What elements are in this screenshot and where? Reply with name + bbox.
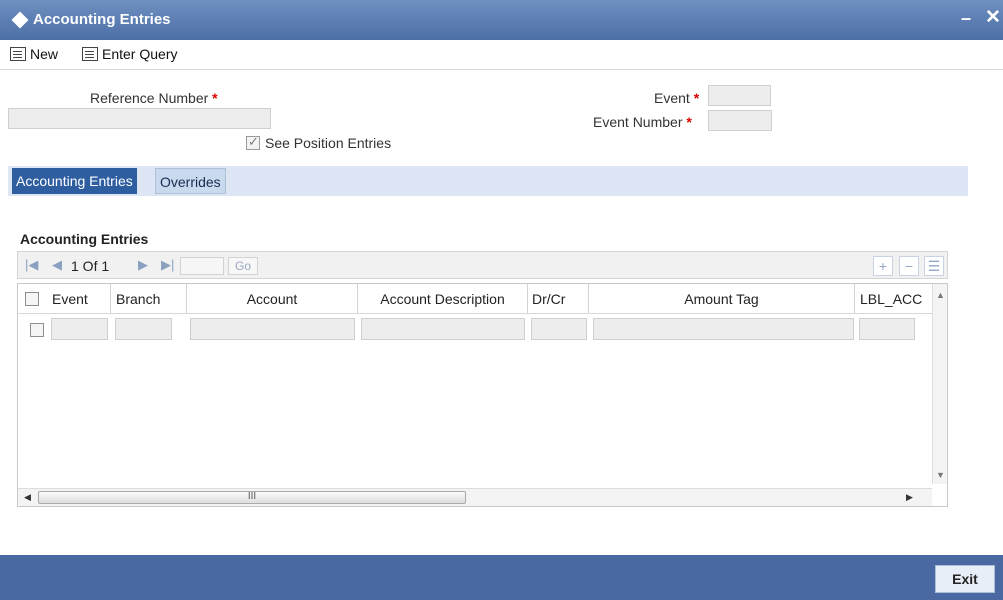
query-icon [82, 47, 98, 61]
scroll-left-icon[interactable]: ◀ [24, 492, 31, 503]
column-header[interactable]: Account Description [358, 284, 528, 314]
reference-number-label: Reference Number * [90, 90, 218, 106]
section-title: Accounting Entries [20, 231, 149, 247]
see-position-entries-label: See Position Entries [265, 135, 392, 151]
single-view-button[interactable]: ☰ [924, 256, 944, 276]
table-row [18, 315, 932, 343]
tab-accounting-entries[interactable]: Accounting Entries [12, 168, 137, 194]
accounting-entries-grid: Event Branch Account Account Description… [17, 283, 948, 507]
event-number-input[interactable] [708, 110, 772, 131]
event-input[interactable] [708, 85, 771, 106]
account-description-cell-input[interactable] [361, 318, 525, 340]
delete-row-button[interactable]: − [899, 256, 919, 276]
window-title-bar: Accounting Entries – ✕ [0, 0, 1003, 40]
event-label: Event * [654, 90, 700, 106]
vertical-scrollbar[interactable]: ▲ ▼ [932, 284, 947, 484]
previous-page-icon[interactable]: ◀ [52, 257, 62, 273]
toolbar: New Enter Query [0, 40, 1003, 70]
lbl-acc-cell-input[interactable] [859, 318, 915, 340]
window-title: Accounting Entries [33, 11, 171, 28]
footer-bar: Exit [0, 555, 1003, 600]
exit-button[interactable]: Exit [935, 565, 995, 593]
event-cell-input[interactable] [51, 318, 108, 340]
new-document-icon [10, 47, 26, 61]
new-button[interactable]: New [10, 46, 58, 62]
page-number-input[interactable] [180, 257, 224, 275]
minimize-button[interactable]: – [961, 8, 971, 29]
enter-query-label: Enter Query [102, 46, 178, 62]
see-position-entries-checkbox[interactable]: See Position Entries [246, 134, 392, 151]
dr-cr-cell-input[interactable] [531, 318, 587, 340]
row-checkbox[interactable] [30, 323, 44, 337]
first-page-icon[interactable]: |◀ [25, 257, 38, 273]
select-all-checkbox[interactable] [25, 292, 39, 306]
column-header[interactable]: Account [187, 284, 358, 314]
close-button[interactable]: ✕ [985, 6, 1001, 29]
horizontal-scrollbar[interactable]: ◀ III ▶ [18, 488, 932, 506]
grid-header: Event Branch Account Account Description… [18, 284, 932, 314]
tab-overrides[interactable]: Overrides [155, 168, 226, 194]
diamond-icon [11, 11, 29, 29]
reference-number-input[interactable] [8, 108, 271, 129]
amount-tag-cell-input[interactable] [593, 318, 854, 340]
required-marker: * [686, 114, 692, 130]
scroll-down-icon[interactable]: ▼ [936, 470, 945, 480]
new-label: New [30, 46, 59, 62]
column-header[interactable]: Amount Tag [589, 284, 855, 314]
page-indicator: 1 Of 1 [71, 258, 110, 274]
pagination-bar: |◀ ◀ 1 Of 1 ▶ ▶| Go + − ☰ [17, 251, 948, 279]
event-number-label: Event Number * [593, 114, 692, 130]
add-row-button[interactable]: + [873, 256, 893, 276]
go-button[interactable]: Go [228, 257, 258, 275]
account-cell-input[interactable] [190, 318, 355, 340]
enter-query-button[interactable]: Enter Query [82, 46, 177, 62]
branch-cell-input[interactable] [115, 318, 172, 340]
scroll-up-icon[interactable]: ▲ [936, 290, 945, 300]
tab-strip: Accounting Entries Overrides [8, 166, 968, 196]
required-marker: * [212, 90, 218, 106]
column-header[interactable]: Event [45, 284, 111, 314]
scrollbar-thumb[interactable]: III [38, 491, 466, 504]
column-header[interactable]: LBL_ACC [855, 284, 932, 314]
column-header[interactable]: Dr/Cr [528, 284, 589, 314]
scroll-right-icon[interactable]: ▶ [906, 492, 913, 503]
next-page-icon[interactable]: ▶ [138, 257, 148, 273]
last-page-icon[interactable]: ▶| [161, 257, 174, 273]
column-header[interactable]: Branch [111, 284, 187, 314]
required-marker: * [693, 90, 700, 106]
checkbox-checked-icon[interactable] [246, 134, 260, 150]
